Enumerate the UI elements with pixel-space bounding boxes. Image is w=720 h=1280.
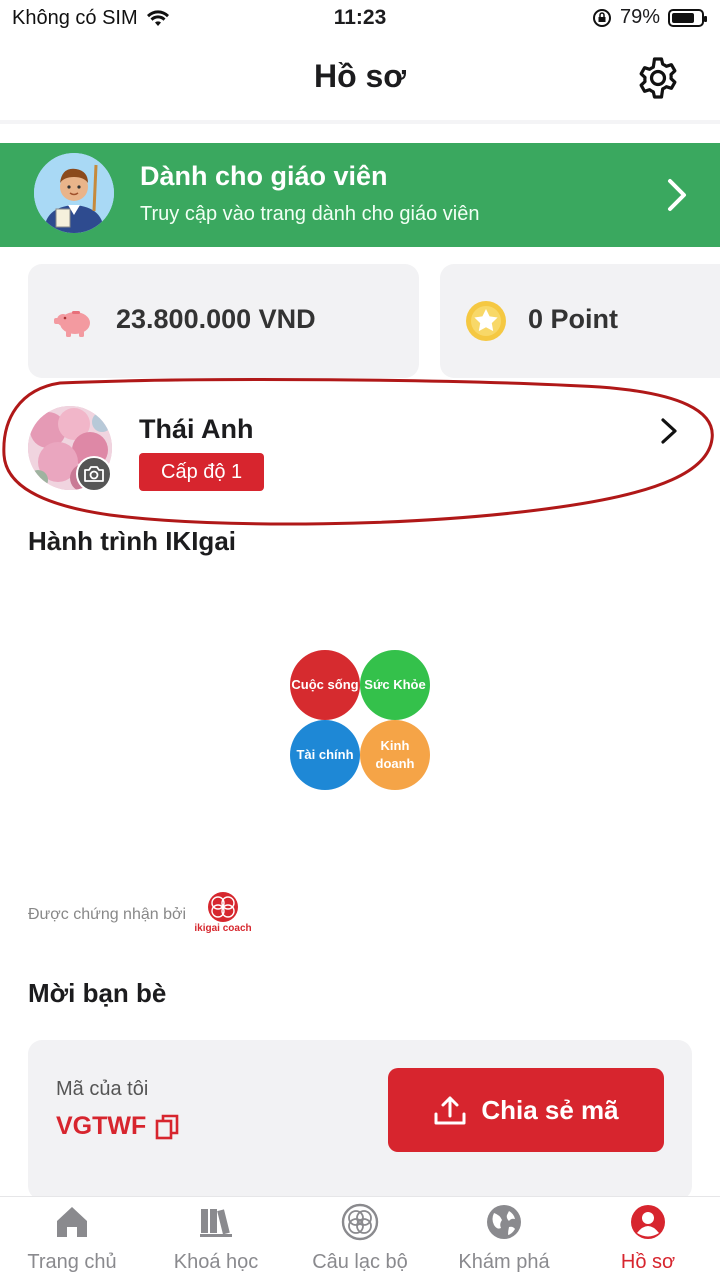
- referral-code[interactable]: VGTWF: [56, 1112, 180, 1141]
- ikigai-coach-logo: ikigai coach: [192, 890, 254, 942]
- teacher-illustration: [34, 153, 114, 233]
- gear-icon: [639, 57, 677, 99]
- page-title: Hồ sơ: [313, 58, 407, 94]
- books-icon: [200, 1209, 232, 1237]
- ikigai-finance-circle[interactable]: Tài chính: [290, 720, 360, 790]
- header: Hồ sơ: [0, 40, 720, 120]
- invite-card: Mã của tôi VGTWF Chia sẻ mã: [28, 1040, 692, 1200]
- tab-club[interactable]: Câu lạc bộ: [288, 1197, 432, 1280]
- status-bar: Không có SIM 11:23 79%: [0, 0, 720, 40]
- profile-icon: [631, 1205, 665, 1239]
- change-photo-button[interactable]: [76, 456, 112, 492]
- share-code-label: Chia sẻ mã: [481, 1094, 619, 1125]
- certification: Được chứng nhận bởi ikigai coach: [28, 890, 328, 942]
- piggy-bank-icon: [54, 311, 90, 337]
- ikigai-diagram: Cuộc sống Sức Khỏe Tài chính Kinh doanh: [288, 650, 432, 794]
- home-icon: [57, 1207, 87, 1237]
- ikigai-life-circle[interactable]: Cuộc sống: [290, 650, 360, 720]
- logo-text: ikigai coach: [194, 923, 252, 934]
- certified-by-label: Được chứng nhận bởi: [28, 906, 187, 923]
- tab-profile[interactable]: Hồ sơ: [576, 1197, 720, 1280]
- points-card[interactable]: 0 Point: [440, 264, 720, 378]
- share-code-button[interactable]: Chia sẻ mã: [388, 1068, 664, 1152]
- ikigai-business-circle[interactable]: Kinh doanh: [360, 720, 430, 790]
- chevron-right-icon: [668, 179, 686, 211]
- referral-code-text: VGTWF: [56, 1112, 147, 1140]
- teacher-banner-subtitle: Truy cập vào trang dành cho giáo viên: [140, 203, 480, 225]
- wallet-balance: 23.800.000 VND: [116, 304, 316, 334]
- profile-row[interactable]: Thái Anh Cấp độ 1: [0, 390, 720, 510]
- teacher-banner[interactable]: Dành cho giáo viên Truy cập vào trang dà…: [0, 143, 720, 247]
- header-divider: [0, 120, 720, 124]
- globe-icon: [487, 1205, 521, 1239]
- tab-bar: Trang chủ Khoá học Câu lạc bộ Khám phá H…: [0, 1196, 720, 1280]
- orientation-lock-icon: [592, 8, 611, 27]
- level-badge: Cấp độ 1: [139, 453, 265, 491]
- tab-home[interactable]: Trang chủ: [0, 1197, 144, 1280]
- camera-icon: [84, 466, 104, 482]
- share-icon: [434, 1096, 466, 1125]
- copy-icon[interactable]: [154, 1113, 180, 1141]
- ikigai-health-circle[interactable]: Sức Khỏe: [360, 650, 430, 720]
- wallet-card[interactable]: 23.800.000 VND: [28, 264, 419, 378]
- battery-percent: 79%: [619, 6, 660, 28]
- invite-title: Mời bạn bè: [28, 978, 167, 1008]
- teacher-banner-title: Dành cho giáo viên: [140, 161, 388, 191]
- club-icon: [341, 1203, 379, 1241]
- profile-name: Thái Anh: [139, 414, 254, 444]
- journey-title: Hành trình IKIgai: [28, 526, 236, 556]
- star-coin-icon: [466, 301, 506, 341]
- points-value: 0 Point: [528, 304, 619, 334]
- chevron-right-icon: [661, 418, 677, 444]
- battery-icon: [668, 8, 707, 27]
- tab-explore[interactable]: Khám phá: [432, 1197, 576, 1280]
- settings-button[interactable]: [634, 54, 682, 102]
- tab-courses[interactable]: Khoá học: [144, 1197, 288, 1280]
- battery-level: [672, 12, 695, 23]
- code-label: Mã của tôi: [56, 1078, 149, 1100]
